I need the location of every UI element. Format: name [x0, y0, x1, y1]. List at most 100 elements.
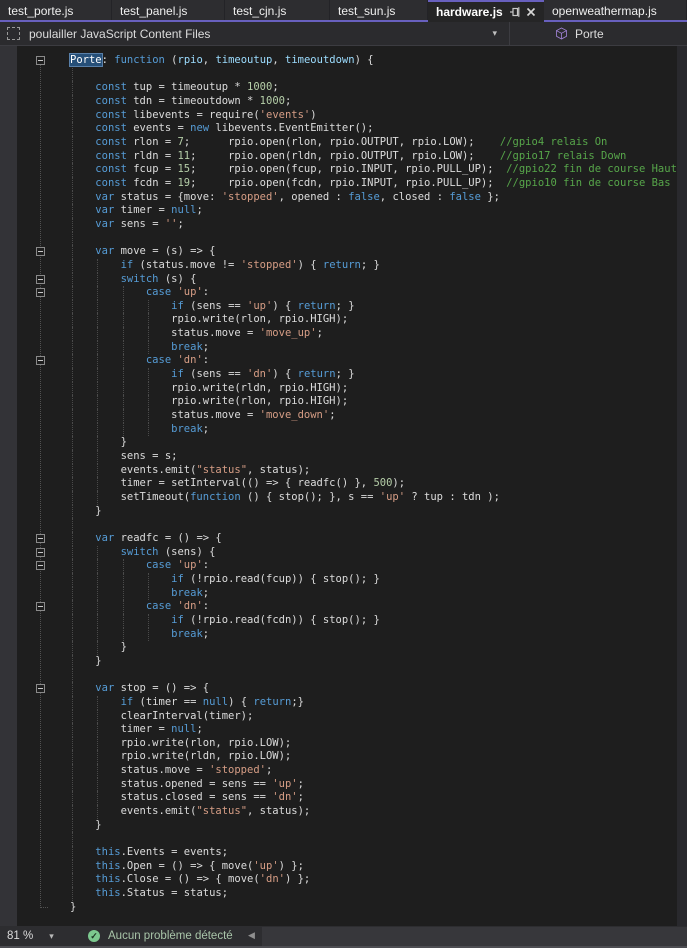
fold-marker[interactable] — [36, 275, 45, 284]
code-line[interactable]: this.Open = () => { move('up') }; — [70, 860, 677, 874]
code-line[interactable]: events.emit("status", status); — [70, 805, 677, 819]
code-line[interactable]: var move = (s) => { — [70, 245, 677, 259]
code-line[interactable]: if (timer == null) { return;} — [70, 696, 677, 710]
code-line[interactable]: var sens = ''; — [70, 218, 677, 232]
code-line[interactable]: rpio.write(rlon, rpio.HIGH); — [70, 395, 677, 409]
code-line[interactable]: break; — [70, 628, 677, 642]
code-line[interactable] — [70, 669, 677, 683]
member-dropdown[interactable]: Porte — [510, 22, 604, 45]
code-line[interactable]: } — [70, 436, 677, 450]
indent-guide — [123, 354, 124, 368]
vertical-scrollbar[interactable] — [677, 46, 687, 926]
code-line[interactable] — [70, 68, 677, 82]
code-token: var — [95, 245, 114, 257]
code-token: events.emit( — [70, 464, 196, 476]
code-line[interactable]: } — [70, 505, 677, 519]
code-area[interactable]: Porte: function (rpio, timeoutup, timeou… — [0, 46, 677, 926]
code-line[interactable]: const tup = timeoutup * 1000; — [70, 81, 677, 95]
code-line[interactable]: sens = s; — [70, 450, 677, 464]
indent-guide — [97, 368, 98, 382]
code-line[interactable]: if (!rpio.read(fcdn)) { stop(); } — [70, 614, 677, 628]
fold-marker[interactable] — [36, 684, 45, 693]
code-line[interactable]: } — [70, 641, 677, 655]
fold-marker[interactable] — [36, 602, 45, 611]
code-line[interactable]: const rlon = 7; rpio.open(rlon, rpio.OUT… — [70, 136, 677, 150]
health-indicator[interactable]: ✓ Aucun problème détecté — [88, 926, 233, 946]
code-line[interactable]: this.Close = () => { move('dn') }; — [70, 873, 677, 887]
code-line[interactable]: status.closed = sens == 'dn'; — [70, 791, 677, 805]
code-line[interactable] — [70, 832, 677, 846]
fold-marker[interactable] — [36, 356, 45, 365]
code-line[interactable]: events.emit("status", status); — [70, 464, 677, 478]
code-line[interactable]: this.Status = status; — [70, 887, 677, 901]
code-line[interactable]: timer = null; — [70, 723, 677, 737]
code-line[interactable]: if (status.move != 'stopped') { return; … — [70, 259, 677, 273]
code-line[interactable]: this.Events = events; — [70, 846, 677, 860]
code-line[interactable]: rpio.write(rldn, rpio.HIGH); — [70, 382, 677, 396]
tab-openweathermap-js[interactable]: openweathermap.js — [544, 0, 687, 22]
code-line[interactable]: status.move = 'move_up'; — [70, 327, 677, 341]
indent-guide — [72, 491, 73, 505]
code-line[interactable]: } — [70, 655, 677, 669]
code-token — [70, 532, 95, 544]
fold-marker[interactable] — [36, 548, 45, 557]
code-line[interactable]: var stop = () => { — [70, 682, 677, 696]
code-line[interactable]: } — [70, 901, 677, 915]
code-line[interactable]: var status = {move: 'stopped', opened : … — [70, 191, 677, 205]
code-line[interactable]: switch (s) { — [70, 273, 677, 287]
code-line[interactable]: rpio.write(rldn, rpio.LOW); — [70, 750, 677, 764]
fold-marker[interactable] — [36, 56, 45, 65]
code-line[interactable]: switch (sens) { — [70, 546, 677, 560]
zoom-control[interactable]: 81 % ▾ — [0, 926, 78, 946]
code-line[interactable]: if (sens == 'up') { return; } — [70, 300, 677, 314]
code-line[interactable]: case 'dn': — [70, 600, 677, 614]
code-line[interactable]: status.opened = sens == 'up'; — [70, 778, 677, 792]
code-line[interactable]: case 'up': — [70, 286, 677, 300]
code-line[interactable]: break; — [70, 587, 677, 601]
fold-marker[interactable] — [36, 247, 45, 256]
indent-guide — [72, 109, 73, 123]
code-line[interactable]: break; — [70, 423, 677, 437]
code-line[interactable]: const fcdn = 19; rpio.open(fcdn, rpio.IN… — [70, 177, 677, 191]
code-token: case — [146, 286, 171, 298]
fold-marker[interactable] — [36, 561, 45, 570]
code-line[interactable]: rpio.write(rlon, rpio.HIGH); — [70, 313, 677, 327]
code-line[interactable] — [70, 518, 677, 532]
code-line[interactable]: } — [70, 819, 677, 833]
code-line[interactable]: var readfc = () => { — [70, 532, 677, 546]
editor[interactable]: Porte: function (rpio, timeoutup, timeou… — [0, 46, 687, 926]
code-line[interactable]: Porte: function (rpio, timeoutup, timeou… — [70, 54, 677, 68]
code-line[interactable]: const events = new libevents.EventEmitte… — [70, 122, 677, 136]
close-icon[interactable] — [526, 7, 536, 17]
code-line[interactable]: status.move = 'move_down'; — [70, 409, 677, 423]
code-line[interactable]: timer = setInterval(() => { readfc() }, … — [70, 477, 677, 491]
fold-marker[interactable] — [36, 534, 45, 543]
tab-test_porte-js[interactable]: test_porte.js — [0, 0, 112, 22]
scope-dropdown[interactable]: poulailler JavaScript Content Files ▾ — [0, 22, 509, 45]
code-line[interactable]: const rldn = 11; rpio.open(rldn, rpio.OU… — [70, 150, 677, 164]
code-line[interactable]: if (!rpio.read(fcup)) { stop(); } — [70, 573, 677, 587]
code-line[interactable]: case 'dn': — [70, 354, 677, 368]
code-line[interactable]: const tdn = timeoutdown * 1000; — [70, 95, 677, 109]
tab-hardware-js[interactable]: hardware.js — [428, 0, 544, 22]
tab-test_panel-js[interactable]: test_panel.js — [112, 0, 225, 22]
code-line[interactable]: var timer = null; — [70, 204, 677, 218]
tab-test_sun-js[interactable]: test_sun.js — [330, 0, 428, 22]
code-line[interactable]: if (sens == 'dn') { return; } — [70, 368, 677, 382]
code-line[interactable]: const libevents = require('events') — [70, 109, 677, 123]
code-line[interactable]: clearInterval(timer); — [70, 710, 677, 724]
code-line[interactable]: case 'up': — [70, 559, 677, 573]
pin-icon[interactable] — [509, 6, 521, 18]
code-line[interactable]: status.move = 'stopped'; — [70, 764, 677, 778]
code-token: } — [70, 505, 102, 517]
horizontal-scrollbar[interactable] — [262, 927, 687, 946]
code-token: 'stopped' — [241, 259, 298, 271]
scroll-left-icon[interactable]: ◀ — [248, 931, 255, 940]
code-line[interactable]: rpio.write(rlon, rpio.LOW); — [70, 737, 677, 751]
code-line[interactable]: break; — [70, 341, 677, 355]
code-line[interactable]: const fcup = 15; rpio.open(fcup, rpio.IN… — [70, 163, 677, 177]
fold-marker[interactable] — [36, 288, 45, 297]
tab-test_cjn-js[interactable]: test_cjn.js — [225, 0, 330, 22]
code-line[interactable] — [70, 232, 677, 246]
code-line[interactable]: setTimeout(function () { stop(); }, s ==… — [70, 491, 677, 505]
